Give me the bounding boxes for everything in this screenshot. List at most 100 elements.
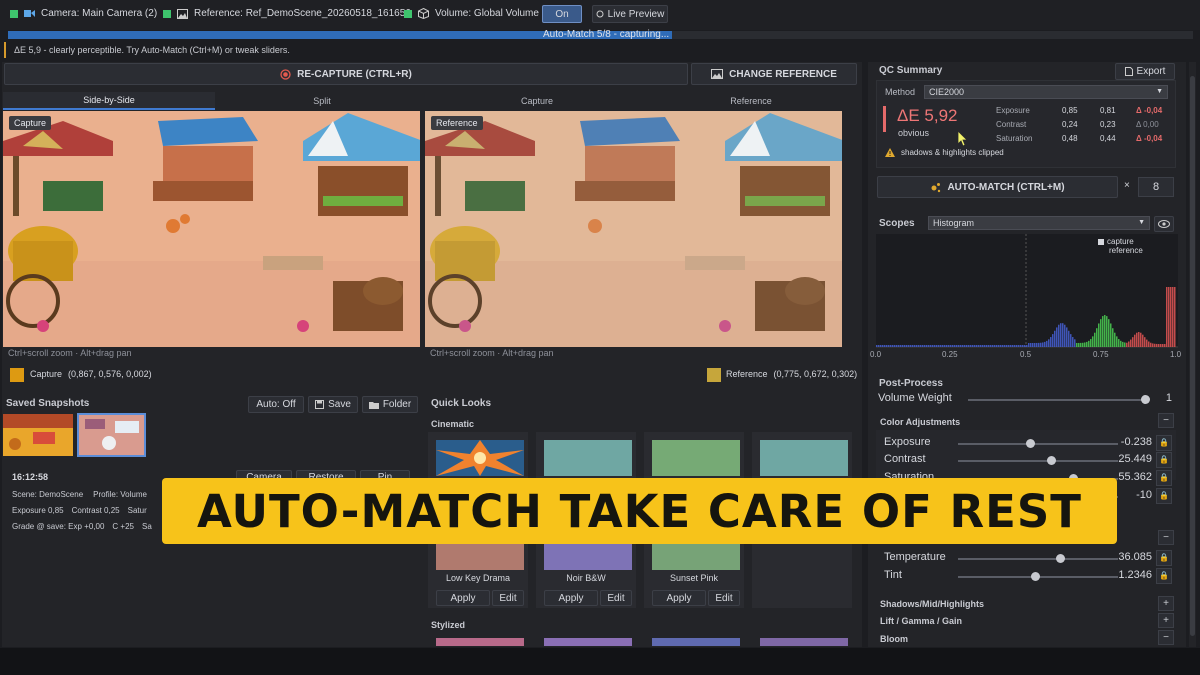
histogram-bar	[876, 345, 878, 347]
look-edit-button[interactable]: Edit	[492, 590, 524, 606]
lock-icon[interactable]: 🔒	[1156, 470, 1172, 486]
color-adjustments-section[interactable]: Color Adjustments	[880, 417, 960, 427]
save-snapshot-button[interactable]: Save	[308, 396, 358, 413]
capture-viewport[interactable]: Capture	[3, 111, 420, 347]
slider-value[interactable]: -0.238	[1092, 436, 1152, 448]
collapse-button[interactable]: −	[1158, 630, 1174, 645]
lock-icon[interactable]: 🔒	[1156, 550, 1172, 566]
record-icon	[280, 68, 291, 80]
histogram-bar	[950, 345, 952, 347]
lock-icon[interactable]: 🔒	[1156, 488, 1172, 504]
camera-label: Camera: Main Camera (2)	[41, 8, 158, 19]
change-reference-button[interactable]: CHANGE REFERENCE	[691, 63, 857, 85]
color-adjustment-slider[interactable]: Contrast 25.449 🔒	[882, 452, 1172, 469]
slider-value[interactable]: 36.085	[1092, 551, 1152, 563]
look-apply-button[interactable]: Apply	[544, 590, 598, 606]
clipping-warning: shadows & highlights clipped	[885, 148, 1004, 157]
qc-summary-title: QC Summary	[879, 65, 943, 76]
look-apply-button[interactable]: Apply	[652, 590, 706, 606]
look-swatch	[544, 544, 632, 570]
look-name: Sunset Pink	[669, 573, 719, 583]
reference-color-swatch[interactable]	[707, 368, 721, 382]
capture-color-swatch[interactable]	[10, 368, 24, 382]
tab-side-by-side[interactable]: Side-by-Side	[3, 92, 215, 110]
histogram-bar	[1060, 323, 1062, 347]
bloom-section[interactable]: Bloom	[880, 634, 908, 644]
expand-button[interactable]: +	[1158, 613, 1174, 628]
reference-viewport[interactable]: Reference	[425, 111, 842, 347]
scrollbar-thumb[interactable]	[1190, 76, 1195, 636]
histogram-bar	[880, 345, 882, 347]
iterations-input[interactable]: 8	[1138, 177, 1174, 197]
volume-on-toggle[interactable]: On	[542, 5, 582, 23]
method-label: Method	[885, 87, 916, 97]
look-swatch[interactable]	[652, 638, 740, 646]
qc-row-reference: 0,23	[1100, 120, 1116, 129]
collapse-button[interactable]: −	[1158, 530, 1174, 545]
slider-knob[interactable]	[1056, 554, 1065, 563]
save-icon	[315, 400, 325, 409]
slider-knob[interactable]	[1031, 572, 1040, 581]
histogram-bar	[1142, 334, 1144, 347]
expand-button[interactable]: +	[1158, 596, 1174, 611]
lock-icon[interactable]: 🔒	[1156, 435, 1172, 451]
scope-mode-select[interactable]: Histogram ▼	[928, 216, 1150, 230]
histogram-bar	[1046, 340, 1048, 347]
look-swatch[interactable]	[760, 638, 848, 646]
slider-knob[interactable]	[1141, 395, 1150, 404]
histogram-bar	[1028, 342, 1030, 347]
right-panel-scrollbar[interactable]	[1189, 62, 1196, 647]
snapshot-thumbnail-selected[interactable]	[77, 413, 146, 457]
slider-label: Volume Weight	[878, 392, 952, 404]
histogram-bar	[1094, 332, 1096, 347]
look-swatch[interactable]	[436, 638, 524, 646]
slider-value[interactable]: 1	[1150, 392, 1172, 404]
snapshot-folder-button[interactable]: Folder	[362, 396, 418, 413]
export-button[interactable]: Export	[1115, 63, 1175, 80]
method-select[interactable]: CIE2000 ▼	[924, 85, 1168, 99]
histogram-bar	[940, 345, 942, 347]
slider-track[interactable]	[968, 399, 1146, 401]
delta-e-description: obvious	[898, 128, 930, 138]
histogram-bar	[1070, 334, 1072, 347]
slider-value[interactable]: 1.2346	[1092, 569, 1152, 581]
slider-knob[interactable]	[1026, 439, 1035, 448]
look-edit-button[interactable]: Edit	[600, 590, 632, 606]
auto-snapshot-toggle[interactable]: Auto: Off	[248, 396, 304, 413]
collapse-button[interactable]: −	[1158, 413, 1174, 428]
tab-split[interactable]: Split	[216, 92, 428, 110]
shadows-midtones-highlights-section[interactable]: Shadows/Mid/Highlights	[880, 599, 984, 609]
look-apply-button[interactable]: Apply	[436, 590, 490, 606]
volume-weight-slider[interactable]: Volume Weight 1	[878, 392, 1172, 408]
auto-match-button[interactable]: AUTO-MATCH (CTRL+M)	[877, 176, 1118, 198]
qc-row-name: Exposure	[996, 106, 1030, 115]
slider-value[interactable]: 25.449	[1092, 453, 1152, 465]
recapture-button[interactable]: RE-CAPTURE (CTRL+R)	[4, 63, 688, 85]
capture-scene-image	[3, 111, 420, 347]
live-preview-button[interactable]: Live Preview	[592, 5, 668, 23]
histogram-bar	[890, 345, 892, 347]
tab-reference[interactable]: Reference	[645, 92, 857, 110]
look-swatch	[652, 544, 740, 570]
lock-icon[interactable]: 🔒	[1156, 568, 1172, 584]
tab-capture[interactable]: Capture	[430, 92, 644, 110]
histogram-bar	[1144, 337, 1146, 347]
histogram-bar	[1146, 339, 1148, 347]
snapshot-thumbnail[interactable]	[3, 414, 73, 456]
camera-status: Camera: Main Camera (2)	[10, 8, 157, 19]
qc-row: Contrast 0,24 0,23 Δ 0,00	[996, 120, 1166, 132]
slider-knob[interactable]	[1046, 456, 1056, 465]
temperature-slider[interactable]: Temperature 36.085 🔒	[882, 550, 1172, 567]
histogram-bar	[1000, 345, 1002, 347]
color-adjustment-slider[interactable]: Exposure -0.238 🔒	[882, 435, 1172, 452]
reference-picker-label: Reference	[726, 369, 768, 379]
lock-icon[interactable]: 🔒	[1156, 452, 1172, 468]
histogram-bar	[922, 345, 924, 347]
tint-slider[interactable]: Tint 1.2346 🔒	[882, 568, 1172, 585]
scope-visibility-button[interactable]	[1154, 216, 1174, 232]
look-swatch[interactable]	[544, 638, 632, 646]
progress-text: Auto-Match 5/8 - capturing...	[543, 29, 670, 40]
histogram-bar	[1066, 327, 1068, 347]
lift-gamma-gain-section[interactable]: Lift / Gamma / Gain	[880, 616, 962, 626]
look-edit-button[interactable]: Edit	[708, 590, 740, 606]
